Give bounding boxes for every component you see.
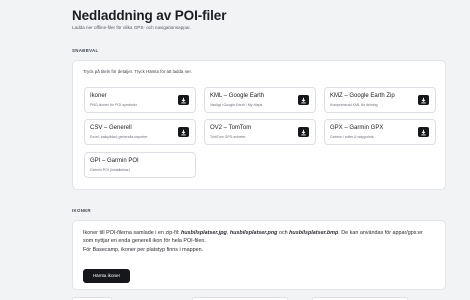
download-button[interactable] <box>418 95 429 105</box>
tile-desc: Vanligt i Google Earth / My Maps <box>210 103 263 107</box>
download-button[interactable] <box>418 127 429 137</box>
tile-gpx[interactable]: GPX – Garmin GPX Garmin / rutter & waypo… <box>324 119 436 145</box>
download-icons-button[interactable]: Hämta ikoner <box>83 269 130 283</box>
text-before: Ikoner till POI-filerna samlade i en zip… <box>83 230 181 236</box>
download-icon <box>421 97 426 103</box>
tile-desc: Garmin POI (installerbar) <box>90 168 130 172</box>
download-icon <box>421 129 426 135</box>
tile-title[interactable]: GPX – Garmin GPX <box>330 125 383 131</box>
separator: och <box>277 230 290 236</box>
download-icon <box>181 97 186 103</box>
page-subtitle: Ladda ner offline-filer för olika GPS- o… <box>72 25 191 30</box>
tile-title[interactable]: CSV – Generell <box>90 125 132 131</box>
download-button[interactable] <box>298 95 309 105</box>
page-title: Nedladdning av POI-filer <box>72 8 227 23</box>
tile-kml[interactable]: KML – Google Earth Vanligt i Google Eart… <box>204 87 316 113</box>
tile-ikoner[interactable]: Ikoner PNG-ikoner för POI-symboler <box>84 87 196 113</box>
download-button[interactable] <box>298 127 309 137</box>
tile-csv[interactable]: CSV – Generell Excel, kalkylblad, genere… <box>84 119 196 145</box>
download-button[interactable] <box>178 95 189 105</box>
tile-title[interactable]: KML – Google Earth <box>210 93 264 99</box>
section-label-snabbval: SNABBVAL <box>72 48 99 53</box>
tile-kmz[interactable]: KMZ – Google Earth Zip Komprimerad KML f… <box>324 87 436 113</box>
tile-desc: Garmin / rutter & waypoints <box>330 135 374 139</box>
quick-select-card: Tryck på titeln för detaljer. Tryck Hämt… <box>72 60 446 190</box>
section-label-ikoner: IKONER <box>72 208 91 213</box>
tile-desc: PNG-ikoner för POI-symboler <box>90 103 137 107</box>
file-jpg: husbilsplatser.jpg <box>180 230 227 236</box>
file-png: husbilsplatser.png <box>229 230 278 236</box>
tile-desc: TomTom GPS-enheter <box>210 135 246 139</box>
file-bmp: husbilsplatser.bmp <box>289 230 339 236</box>
basecamp-note: För Basecamp, ikoner per platstyp finns … <box>83 246 204 253</box>
tile-title[interactable]: GPI – Garmin POI <box>90 158 139 164</box>
tile-title[interactable]: OV2 – TomTom <box>210 125 251 131</box>
download-icon <box>301 129 306 135</box>
tile-title[interactable]: Ikoner <box>90 93 107 99</box>
tile-desc: Excel, kalkylblad, generella importer <box>90 135 148 139</box>
help-text: Tryck på titeln för detaljer. Tryck Hämt… <box>83 69 192 74</box>
tile-title[interactable]: KMZ – Google Earth Zip <box>330 93 395 99</box>
download-icon <box>301 97 306 103</box>
icons-description: Ikoner till POI-filerna samlade i en zip… <box>83 229 433 254</box>
icons-card: Ikoner till POI-filerna samlade i en zip… <box>72 220 446 290</box>
tile-ov2[interactable]: OV2 – TomTom TomTom GPS-enheter <box>204 119 316 145</box>
download-icon <box>181 129 186 135</box>
tile-gpi[interactable]: GPI – Garmin POI Garmin POI (installerba… <box>84 152 196 178</box>
download-button[interactable] <box>178 127 189 137</box>
tile-desc: Komprimerad KML för delning <box>330 103 378 107</box>
